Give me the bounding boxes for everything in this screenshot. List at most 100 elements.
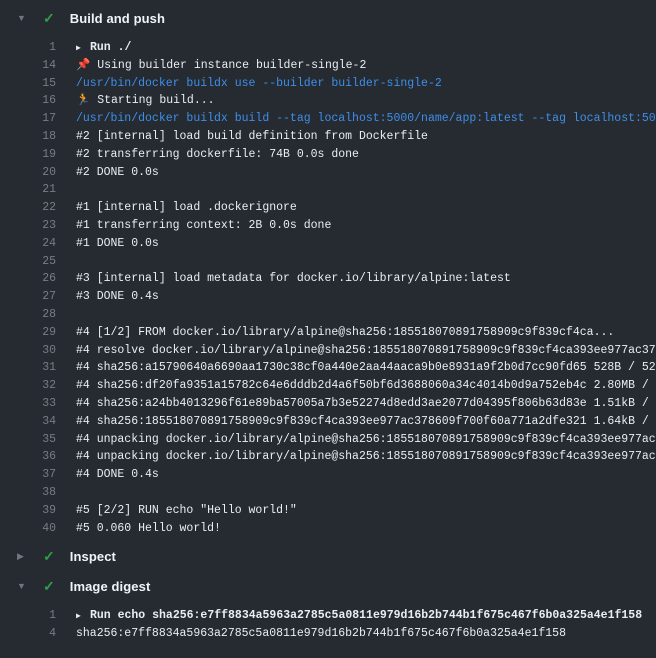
line-number[interactable]: 17 — [0, 110, 56, 128]
log-text: Run ./ — [90, 39, 131, 57]
log-text: #3 [internal] load metadata for docker.i… — [76, 270, 511, 288]
log-text: #5 [2/2] RUN echo "Hello world!" — [76, 502, 297, 520]
log-text: #4 unpacking docker.io/library/alpine@sh… — [76, 431, 656, 449]
chevron-down-icon[interactable]: ▼ — [17, 14, 31, 23]
log-text: #1 DONE 0.0s — [76, 235, 159, 253]
step-title: Build and push — [70, 11, 165, 26]
chevron-right-icon[interactable]: ▶ — [17, 552, 31, 561]
line-number[interactable]: 19 — [0, 146, 56, 164]
line-number[interactable]: 23 — [0, 217, 56, 235]
log-text: #4 sha256:a15790640a6690aa1730c38cf0a440… — [76, 359, 656, 377]
line-number[interactable]: 25 — [0, 253, 56, 271]
line-number[interactable]: 40 — [0, 520, 56, 538]
log-line: 1 ▶Run ./ — [0, 39, 656, 57]
success-check-icon: ✓ — [43, 579, 55, 593]
log-text: /usr/bin/docker buildx build --tag local… — [76, 110, 656, 128]
log-line: 24 #1 DONE 0.0s — [0, 235, 656, 253]
run-group-chevron-icon[interactable]: ▶ — [76, 40, 90, 57]
line-number[interactable]: 26 — [0, 270, 56, 288]
log-line: 40 #5 0.060 Hello world! — [0, 520, 656, 538]
log-line: 26 #3 [internal] load metadata for docke… — [0, 270, 656, 288]
log-line: 20 #2 DONE 0.0s — [0, 164, 656, 182]
line-number[interactable]: 1 — [0, 39, 56, 57]
step-header-image-digest[interactable]: ▼ ✓ Image digest — [0, 571, 656, 601]
log-text: #1 [internal] load .dockerignore — [76, 199, 297, 217]
step-build-and-push: ▼ ✓ Build and push 1 ▶Run ./ 14 📌 Using … — [0, 3, 656, 541]
line-number[interactable]: 38 — [0, 484, 56, 502]
step-header-build-and-push[interactable]: ▼ ✓ Build and push — [0, 3, 656, 33]
line-number[interactable]: 37 — [0, 466, 56, 484]
log-text: #2 transferring dockerfile: 74B 0.0s don… — [76, 146, 359, 164]
line-number[interactable]: 36 — [0, 448, 56, 466]
line-number[interactable]: 32 — [0, 377, 56, 395]
log-line: 37 #4 DONE 0.4s — [0, 466, 656, 484]
line-number[interactable]: 34 — [0, 413, 56, 431]
log-line: 18 #2 [internal] load build definition f… — [0, 128, 656, 146]
log-line: 16 🏃 Starting build... — [0, 92, 656, 110]
step-header-inspect[interactable]: ▶ ✓ Inspect — [0, 541, 656, 571]
run-group-chevron-icon[interactable]: ▶ — [76, 608, 90, 625]
line-number[interactable]: 24 — [0, 235, 56, 253]
line-number[interactable]: 18 — [0, 128, 56, 146]
line-number[interactable]: 21 — [0, 181, 56, 199]
line-number[interactable]: 4 — [0, 625, 56, 643]
step-title: Inspect — [70, 549, 116, 564]
log-line: 21 — [0, 181, 656, 199]
step-inspect: ▶ ✓ Inspect — [0, 541, 656, 571]
log-text: #4 sha256:df20fa9351a15782c64e6dddb2d4a6… — [76, 377, 656, 395]
log-text: #2 [internal] load build definition from… — [76, 128, 428, 146]
log-line: 31 #4 sha256:a15790640a6690aa1730c38cf0a… — [0, 359, 656, 377]
log-text: 🏃 Starting build... — [76, 92, 215, 110]
line-number[interactable]: 35 — [0, 431, 56, 449]
log-text: #4 unpacking docker.io/library/alpine@sh… — [76, 448, 656, 466]
line-number[interactable]: 33 — [0, 395, 56, 413]
log-line: 29 #4 [1/2] FROM docker.io/library/alpin… — [0, 324, 656, 342]
success-check-icon: ✓ — [43, 549, 55, 563]
log-line: 34 #4 sha256:185518070891758909c9f839cf4… — [0, 413, 656, 431]
log-text: #4 resolve docker.io/library/alpine@sha2… — [76, 342, 656, 360]
line-number[interactable]: 16 — [0, 92, 56, 110]
log-line: 39 #5 [2/2] RUN echo "Hello world!" — [0, 502, 656, 520]
log-text: #4 [1/2] FROM docker.io/library/alpine@s… — [76, 324, 614, 342]
log-line: 17 /usr/bin/docker buildx build --tag lo… — [0, 110, 656, 128]
step-log-lines: 1 ▶Run echo sha256:e7ff8834a5963a2785c5a… — [0, 601, 656, 647]
log-text: #4 DONE 0.4s — [76, 466, 159, 484]
line-number[interactable]: 31 — [0, 359, 56, 377]
line-number[interactable]: 30 — [0, 342, 56, 360]
log-line: 15 /usr/bin/docker buildx use --builder … — [0, 75, 656, 93]
log-line: 25 — [0, 253, 656, 271]
log-text: #5 0.060 Hello world! — [76, 520, 221, 538]
step-image-digest: ▼ ✓ Image digest 1 ▶Run echo sha256:e7ff… — [0, 571, 656, 647]
log-line: 33 #4 sha256:a24bb4013296f61e89ba57005a7… — [0, 395, 656, 413]
log-text: #4 sha256:a24bb4013296f61e89ba57005a7b3e… — [76, 395, 656, 413]
line-number[interactable]: 27 — [0, 288, 56, 306]
log-text: sha256:e7ff8834a5963a2785c5a0811e979d16b… — [76, 625, 566, 643]
line-number[interactable]: 14 — [0, 57, 56, 75]
line-number[interactable]: 22 — [0, 199, 56, 217]
log-text: 📌 Using builder instance builder-single-… — [76, 57, 366, 75]
workflow-log-viewer: ▼ ✓ Build and push 1 ▶Run ./ 14 📌 Using … — [0, 0, 656, 658]
chevron-down-icon[interactable]: ▼ — [17, 582, 31, 591]
log-text: #2 DONE 0.0s — [76, 164, 159, 182]
log-line: 27 #3 DONE 0.4s — [0, 288, 656, 306]
line-number[interactable]: 20 — [0, 164, 56, 182]
line-number[interactable]: 29 — [0, 324, 56, 342]
line-number[interactable]: 1 — [0, 607, 56, 625]
line-number[interactable]: 28 — [0, 306, 56, 324]
log-line: 36 #4 unpacking docker.io/library/alpine… — [0, 448, 656, 466]
line-number[interactable]: 39 — [0, 502, 56, 520]
log-line: 1 ▶Run echo sha256:e7ff8834a5963a2785c5a… — [0, 607, 656, 625]
log-line: 4 sha256:e7ff8834a5963a2785c5a0811e979d1… — [0, 625, 656, 643]
log-line: 32 #4 sha256:df20fa9351a15782c64e6dddb2d… — [0, 377, 656, 395]
log-line: 35 #4 unpacking docker.io/library/alpine… — [0, 431, 656, 449]
log-text: /usr/bin/docker buildx use --builder bui… — [76, 75, 442, 93]
log-line: 14 📌 Using builder instance builder-sing… — [0, 57, 656, 75]
step-log-lines: 1 ▶Run ./ 14 📌 Using builder instance bu… — [0, 33, 656, 541]
step-title: Image digest — [70, 579, 151, 594]
log-line: 38 — [0, 484, 656, 502]
log-line: 23 #1 transferring context: 2B 0.0s done — [0, 217, 656, 235]
log-text: Run echo sha256:e7ff8834a5963a2785c5a081… — [90, 607, 642, 625]
log-line: 22 #1 [internal] load .dockerignore — [0, 199, 656, 217]
log-text: #1 transferring context: 2B 0.0s done — [76, 217, 331, 235]
line-number[interactable]: 15 — [0, 75, 56, 93]
